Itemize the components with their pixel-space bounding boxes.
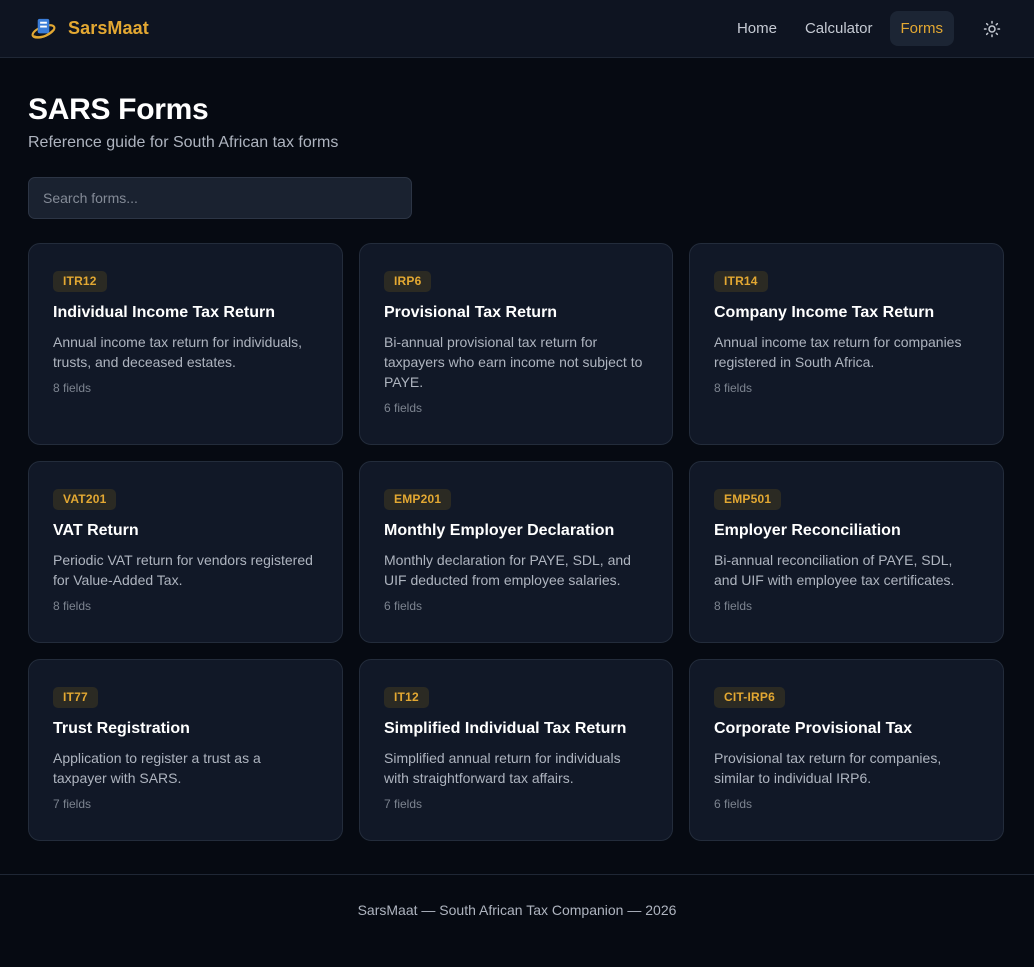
page-footer: SarsMaat — South African Tax Companion —… [0, 874, 1034, 967]
nav-home-link[interactable]: Home [726, 11, 788, 46]
form-title: Simplified Individual Tax Return [384, 720, 627, 737]
form-description: Provisional tax return for companies, si… [714, 750, 942, 786]
form-code-badge: IT77 [53, 687, 98, 708]
theme-toggle-button[interactable] [978, 15, 1006, 43]
form-card-emp501[interactable]: EMP501 Employer Reconciliation Bi-annual… [689, 461, 1004, 643]
forms-grid: ITR12 Individual Income Tax Return Annua… [28, 243, 1004, 841]
form-description: Bi-annual provisional tax return for tax… [384, 334, 643, 390]
sun-icon [983, 20, 1001, 37]
footer-text: SarsMaat — South African Tax Companion —… [357, 902, 677, 918]
form-code-badge: CIT-IRP6 [714, 687, 785, 708]
form-code-badge: IT12 [384, 687, 429, 708]
form-code-badge: ITR14 [714, 271, 768, 292]
nav-forms-link[interactable]: Forms [889, 11, 954, 46]
form-description: Periodic VAT return for vendors register… [53, 552, 313, 588]
form-card-it77[interactable]: IT77 Trust Registration Application to r… [28, 659, 343, 841]
form-card-itr14[interactable]: ITR14 Company Income Tax Return Annual i… [689, 243, 1004, 445]
form-description: Bi-annual reconciliation of PAYE, SDL, a… [714, 552, 955, 588]
form-field-count: 6 fields [384, 599, 423, 613]
form-title: VAT Return [53, 522, 139, 539]
form-card-it12[interactable]: IT12 Simplified Individual Tax Return Si… [359, 659, 673, 841]
form-card-vat201[interactable]: VAT201 VAT Return Periodic VAT return fo… [28, 461, 343, 643]
form-title: Corporate Provisional Tax [714, 720, 912, 737]
form-description: Simplified annual return for individuals… [384, 750, 621, 786]
form-field-count: 8 fields [714, 599, 753, 613]
form-title: Monthly Employer Declaration [384, 522, 615, 539]
form-code-badge: IRP6 [384, 271, 432, 292]
search-input[interactable] [28, 177, 412, 219]
form-code-badge: EMP201 [384, 489, 452, 510]
nav-calculator-link[interactable]: Calculator [794, 11, 884, 46]
form-card-cit-irp6[interactable]: CIT-IRP6 Corporate Provisional Tax Provi… [689, 659, 1004, 841]
form-field-count: 7 fields [53, 797, 92, 811]
form-field-count: 8 fields [714, 381, 753, 395]
form-title: Provisional Tax Return [384, 304, 558, 321]
form-field-count: 6 fields [714, 797, 753, 811]
form-field-count: 8 fields [53, 599, 92, 613]
page-subtitle: Reference guide for South African tax fo… [28, 134, 339, 151]
form-code-badge: EMP501 [714, 489, 782, 510]
form-card-itr12[interactable]: ITR12 Individual Income Tax Return Annua… [28, 243, 343, 445]
main-nav: Home Calculator Forms [726, 11, 1006, 46]
form-description: Application to register a trust as a tax… [53, 750, 261, 786]
form-description: Annual income tax return for companies r… [714, 334, 962, 370]
form-field-count: 7 fields [384, 797, 423, 811]
form-title: Trust Registration [53, 720, 190, 737]
brand[interactable]: SarsMaat [30, 15, 149, 42]
form-description: Monthly declaration for PAYE, SDL, and U… [384, 552, 631, 588]
page-title: SARS Forms [28, 93, 209, 126]
form-title: Company Income Tax Return [714, 304, 935, 321]
form-title: Employer Reconciliation [714, 522, 901, 539]
form-field-count: 6 fields [384, 401, 423, 415]
form-card-emp201[interactable]: EMP201 Monthly Employer Declaration Mont… [359, 461, 673, 643]
top-navbar: SarsMaat Home Calculator Forms [0, 0, 1034, 58]
form-title: Individual Income Tax Return [53, 304, 275, 321]
form-description: Annual income tax return for individuals… [53, 334, 303, 370]
form-code-badge: ITR12 [53, 271, 107, 292]
form-code-badge: VAT201 [53, 489, 117, 510]
logo-icon [31, 18, 56, 39]
brand-name: SarsMaat [68, 18, 149, 38]
form-field-count: 8 fields [53, 381, 92, 395]
form-card-irp6[interactable]: IRP6 Provisional Tax Return Bi-annual pr… [359, 243, 673, 445]
main-content: SARS Forms Reference guide for South Afr… [0, 58, 1034, 841]
